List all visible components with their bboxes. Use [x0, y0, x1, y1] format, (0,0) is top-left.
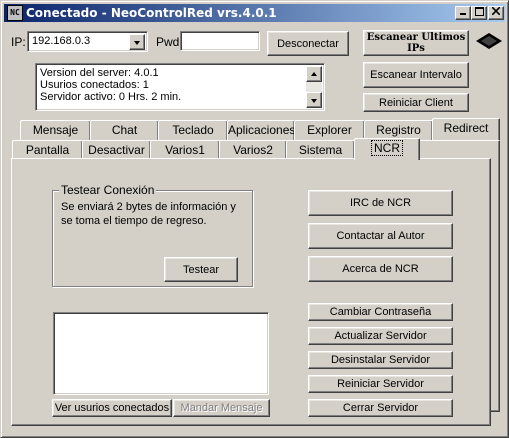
restart-server-button[interactable]: Reiniciar Servidor: [308, 375, 453, 393]
about-ncr-button[interactable]: Acerca de NCR: [308, 256, 453, 282]
contact-author-button[interactable]: Contactar al Autor: [308, 223, 453, 249]
scroll-up-icon[interactable]: [306, 66, 322, 82]
server-version-text: Version del server: 4.0.1: [40, 67, 159, 79]
tab-registro[interactable]: Registro: [364, 120, 433, 140]
connected-users-text: Usurios conectados: 1: [40, 79, 149, 91]
tab-varios2[interactable]: Varios2: [219, 140, 287, 160]
disconnect-button[interactable]: Desconectar: [267, 31, 349, 56]
chevron-down-icon[interactable]: [129, 34, 145, 50]
scroll-down-icon[interactable]: [306, 92, 322, 108]
password-field[interactable]: [180, 31, 260, 51]
close-button[interactable]: [488, 6, 504, 20]
tab-teclado[interactable]: Teclado: [158, 120, 228, 140]
irc-ncr-button[interactable]: IRC de NCR: [308, 190, 453, 216]
tab-explorer[interactable]: Explorer: [294, 120, 365, 140]
title-bar[interactable]: NC Conectado - NeoControlRed vrs.4.0.1: [4, 4, 505, 22]
view-users-button[interactable]: Ver usurios conectados: [52, 399, 172, 417]
ip-combobox[interactable]: 192.168.0.3: [27, 31, 148, 52]
tab-sistema[interactable]: Sistema: [286, 140, 355, 160]
maximize-button[interactable]: [471, 6, 487, 20]
scan-interval-button[interactable]: Escanear Intervalo: [363, 62, 469, 88]
tab-ncr-label: NCR: [371, 140, 403, 156]
close-icon: [491, 6, 501, 16]
change-password-button[interactable]: Cambiar Contraseña: [308, 303, 453, 321]
tab-varios1[interactable]: Varios1: [150, 140, 220, 160]
tab-redirect[interactable]: Redirect: [432, 118, 500, 140]
tab-mensaje[interactable]: Mensaje: [20, 120, 91, 140]
uninstall-server-button[interactable]: Desinstalar Servidor: [308, 351, 453, 369]
maximize-icon: [474, 7, 484, 16]
test-connection-group: Testear Conexión Se enviará 2 bytes de i…: [52, 183, 253, 287]
app-window: NC Conectado - NeoControlRed vrs.4.0.1 I…: [0, 0, 509, 438]
test-connection-title: Testear Conexión: [59, 183, 157, 197]
restart-client-button[interactable]: Reiniciar Client: [363, 93, 469, 112]
test-description: Se enviará 2 bytes de información y se t…: [61, 201, 236, 227]
minimize-icon: [460, 13, 466, 15]
tab-ncr[interactable]: NCR: [354, 138, 420, 160]
minimize-button[interactable]: [455, 6, 471, 20]
tab-pantalla[interactable]: Pantalla: [12, 140, 83, 160]
ip-label: IP:: [11, 35, 26, 49]
app-icon: NC: [7, 5, 23, 21]
ncr-panel: Testear Conexión Se enviará 2 bytes de i…: [11, 158, 491, 426]
update-server-button[interactable]: Actualizar Servidor: [308, 327, 453, 345]
window-title: Conectado - NeoControlRed vrs.4.0.1: [26, 6, 277, 20]
users-listbox[interactable]: [53, 312, 269, 395]
ip-value: 192.168.0.3: [32, 35, 91, 47]
send-message-button[interactable]: Mandar Mensaje: [173, 399, 270, 417]
memo-scrollbar[interactable]: [306, 66, 322, 108]
server-uptime-text: Servidor activo: 0 Hrs. 2 min.: [40, 91, 182, 103]
tab-aplicaciones[interactable]: Aplicaciones: [227, 120, 295, 140]
expand-arrow-icon[interactable]: [475, 32, 503, 50]
close-server-button[interactable]: Cerrar Servidor: [308, 399, 453, 417]
tab-desactivar[interactable]: Desactivar: [82, 140, 151, 160]
tab-chat[interactable]: Chat: [90, 120, 159, 140]
scan-ips-button[interactable]: Escanear Ultimos IPs: [363, 30, 469, 56]
server-info-memo[interactable]: Version del server: 4.0.1 Usurios conect…: [35, 63, 325, 111]
pwd-label: Pwd:: [156, 35, 183, 49]
test-button[interactable]: Testear: [164, 257, 238, 282]
